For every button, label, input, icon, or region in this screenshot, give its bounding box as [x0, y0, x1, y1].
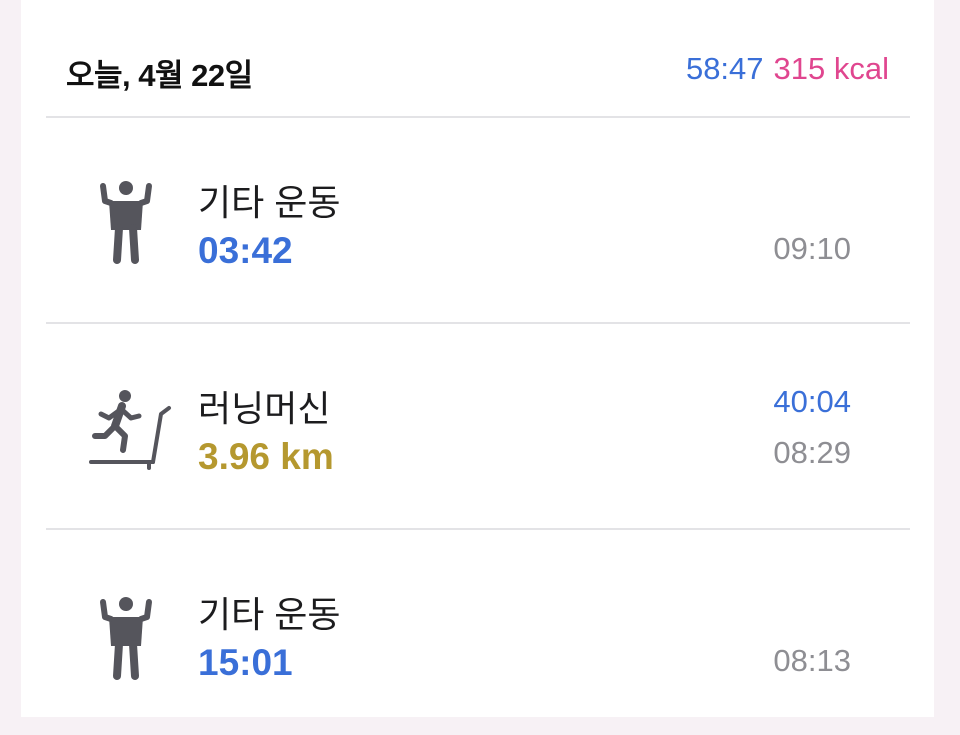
total-duration: 58:47 [685, 51, 764, 86]
workout-row[interactable]: 기타 운동 15:01 08:13 [21, 530, 934, 735]
workout-duration: 40:04 [773, 384, 851, 419]
strength-figure-icon [81, 176, 171, 266]
treadmill-runner-icon [85, 384, 185, 474]
strength-figure-icon [81, 592, 171, 682]
workout-start-time: 08:29 [773, 435, 851, 470]
workout-row[interactable]: 기타 운동 03:42 09:10 [21, 118, 934, 323]
day-summary-header: 오늘, 4월 22일 58:47 315 kcal [21, 0, 934, 118]
workout-list-card: 오늘, 4월 22일 58:47 315 kcal 기타 운동 03:42 09:… [21, 0, 934, 717]
workout-distance-metric: 3.96 km [198, 436, 334, 477]
workout-title: 기타 운동 [198, 182, 341, 223]
workout-title: 기타 운동 [198, 594, 341, 635]
day-date-label: 오늘, 4월 22일 [66, 58, 253, 93]
workout-row[interactable]: 러닝머신 3.96 km 40:04 08:29 [21, 324, 934, 529]
workout-start-time: 09:10 [773, 231, 851, 266]
day-totals: 58:47 315 kcal [686, 51, 889, 87]
workout-duration-metric: 03:42 [198, 230, 293, 271]
workout-duration-metric: 15:01 [198, 642, 293, 683]
workout-title: 러닝머신 [198, 388, 331, 429]
total-calories: 315 kcal [773, 51, 889, 86]
workout-start-time: 08:13 [773, 643, 851, 678]
